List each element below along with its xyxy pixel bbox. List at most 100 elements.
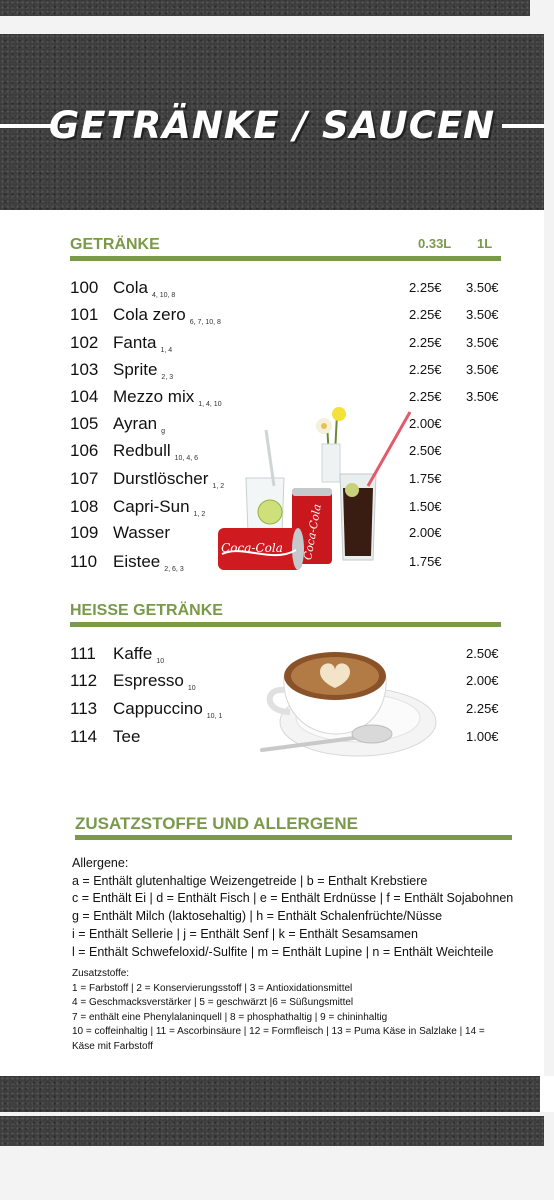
item-codes: 4, 10, 8 xyxy=(151,292,176,299)
item-name: Capri-Sun 1, 2 xyxy=(113,497,205,518)
allergen-line: a = Enthält glutenhaltige Weizengetreide… xyxy=(72,873,428,888)
svg-text:Coca-Cola: Coca-Cola xyxy=(221,541,283,555)
item-name-text: Fanta xyxy=(113,333,157,352)
drink-row: 102 Fanta 1, 4 2.25€ 3.50€ xyxy=(0,333,544,359)
item-codes: 10, 1 xyxy=(206,713,223,720)
item-codes: 10, 4, 6 xyxy=(174,455,199,462)
price-1l: 3.50€ xyxy=(466,307,499,322)
item-name-text: Cola xyxy=(113,278,148,297)
drink-row: 100 Cola 4, 10, 8 2.25€ 3.50€ xyxy=(0,278,544,304)
item-price: 2.25€ xyxy=(466,701,499,716)
item-name: Redbull 10, 4, 6 xyxy=(113,441,198,462)
item-name-text: Capri-Sun xyxy=(113,497,190,516)
item-name: Sprite 2, 3 xyxy=(113,360,173,381)
additives-info: Zusatzstoffe: 1 = Farbstoff | 2 = Konser… xyxy=(72,967,485,1054)
top-chalk-strip xyxy=(0,0,530,16)
item-name: Cola 4, 10, 8 xyxy=(113,278,175,299)
price-1l: 3.50€ xyxy=(466,280,499,295)
hot-section-rule xyxy=(70,622,501,627)
additive-line: 4 = Geschmacksverstärker | 5 = geschwärz… xyxy=(72,997,354,1008)
item-price: 1.00€ xyxy=(466,729,499,744)
item-name: Tee xyxy=(113,727,144,748)
item-codes: 6, 7, 10, 8 xyxy=(189,319,221,326)
item-name: Wasser xyxy=(113,523,174,544)
item-codes: 2, 6, 3 xyxy=(164,566,184,573)
item-name: Cola zero 6, 7, 10, 8 xyxy=(113,305,221,326)
item-number: 105 xyxy=(70,414,99,433)
allergen-line: g = Enthält Milch (laktosehaltig) | h = … xyxy=(72,909,443,924)
item-number: 112 xyxy=(70,671,98,690)
item-name-text: Tee xyxy=(113,727,141,746)
additive-line: 1 = Farbstoff | 2 = Konservierungsstoff … xyxy=(72,982,353,994)
item-name-text: Mezzo mix xyxy=(113,387,195,406)
item-number: 113 xyxy=(70,699,98,718)
item-number: 110 xyxy=(70,552,98,571)
bottom-chalk-strip xyxy=(0,1116,544,1146)
item-number: 111 xyxy=(70,644,96,663)
item-codes: 2, 3 xyxy=(161,374,174,381)
item-number: 100 xyxy=(70,278,99,297)
item-name-text: Cola zero xyxy=(113,305,186,324)
item-codes: g xyxy=(161,428,166,435)
price-1l: 3.50€ xyxy=(466,389,499,404)
item-codes: 10 xyxy=(187,685,196,692)
item-price: 2.50€ xyxy=(466,646,499,661)
price-033: 2.25€ xyxy=(409,362,442,377)
item-number: 106 xyxy=(70,441,99,460)
page-title: GETRÄNKE / SAUCEN xyxy=(48,104,496,147)
item-codes: 1, 2 xyxy=(193,511,206,518)
item-number: 104 xyxy=(70,387,99,406)
additives-heading: Zusatzstoffe: xyxy=(72,968,130,979)
item-number: 108 xyxy=(70,497,99,516)
allergen-line: l = Enthält Schwefeloxid/-Sulfite | m = … xyxy=(72,944,494,959)
item-name: Eistee 2, 6, 3 xyxy=(113,552,184,573)
item-name: Espresso 10 xyxy=(113,671,196,692)
cola-cans-and-glasses-image: Coca-Cola Coca-Cola xyxy=(218,407,412,570)
col-head-1l: 1L xyxy=(477,236,493,251)
item-name: Durstlöscher 1, 2 xyxy=(113,469,224,490)
item-name-text: Wasser xyxy=(113,523,170,542)
price-033: 2.25€ xyxy=(409,335,442,350)
item-number: 114 xyxy=(70,727,98,746)
price-1l: 3.50€ xyxy=(466,335,499,350)
price-033: 2.25€ xyxy=(409,280,442,295)
item-codes: 10 xyxy=(156,658,165,665)
item-name-text: Ayran xyxy=(113,414,158,433)
item-number: 109 xyxy=(70,523,99,542)
item-name-text: Espresso xyxy=(113,671,184,690)
allergen-line: i = Enthält Sellerie | j = Enthält Senf … xyxy=(72,926,418,941)
item-codes: 1, 4 xyxy=(160,347,173,354)
item-number: 107 xyxy=(70,469,99,488)
item-name-text: Cappuccino xyxy=(113,699,203,718)
item-name-text: Redbull xyxy=(113,441,171,460)
item-price: 2.00€ xyxy=(466,673,499,688)
col-head-033: 0.33L xyxy=(418,236,452,251)
bottom-chalk-band xyxy=(0,1076,540,1112)
price-033: 2.25€ xyxy=(409,389,442,404)
allergens-section-title: ZUSATZSTOFFE UND ALLERGENE xyxy=(75,814,359,833)
additive-line: 10 = coffeinhaltig | 11 = Ascorbinsäure … xyxy=(72,1026,485,1037)
item-name: Fanta 1, 4 xyxy=(113,333,172,354)
allergens-info: Allergene: a = Enthält glutenhaltige Wei… xyxy=(72,855,513,961)
drinks-section-title: GETRÄNKE xyxy=(70,236,160,253)
drink-row: 103 Sprite 2, 3 2.25€ 3.50€ xyxy=(0,360,544,386)
item-name-text: Sprite xyxy=(113,360,158,379)
allergens-heading: Allergene: xyxy=(72,856,129,870)
drink-row: 101 Cola zero 6, 7, 10, 8 2.25€ 3.50€ xyxy=(0,305,544,331)
item-name-text: Durstlöscher xyxy=(113,469,209,488)
allergen-line: c = Enthält Ei | d = Enthält Fisch | e =… xyxy=(72,891,514,906)
item-number: 101 xyxy=(70,305,99,324)
item-name: Mezzo mix 1, 4, 10 xyxy=(113,387,222,408)
item-name: Ayran g xyxy=(113,414,165,435)
hot-section-title: HEISSE GETRÄNKE xyxy=(70,602,223,619)
bottom-white-edge xyxy=(540,1076,554,1112)
additive-line: Käse mit Farbstoff xyxy=(72,1040,153,1052)
item-number: 102 xyxy=(70,333,99,352)
allergens-section-rule xyxy=(75,835,512,840)
additive-line: 7 = enthält eine Phenylalaninquell | 8 =… xyxy=(72,1011,388,1023)
item-name-text: Eistee xyxy=(113,552,161,571)
price-1l: 3.50€ xyxy=(466,362,499,377)
item-name-text: Kaffe xyxy=(113,644,153,663)
item-name: Cappuccino 10, 1 xyxy=(113,699,222,720)
cappuccino-cup-image xyxy=(260,652,437,757)
